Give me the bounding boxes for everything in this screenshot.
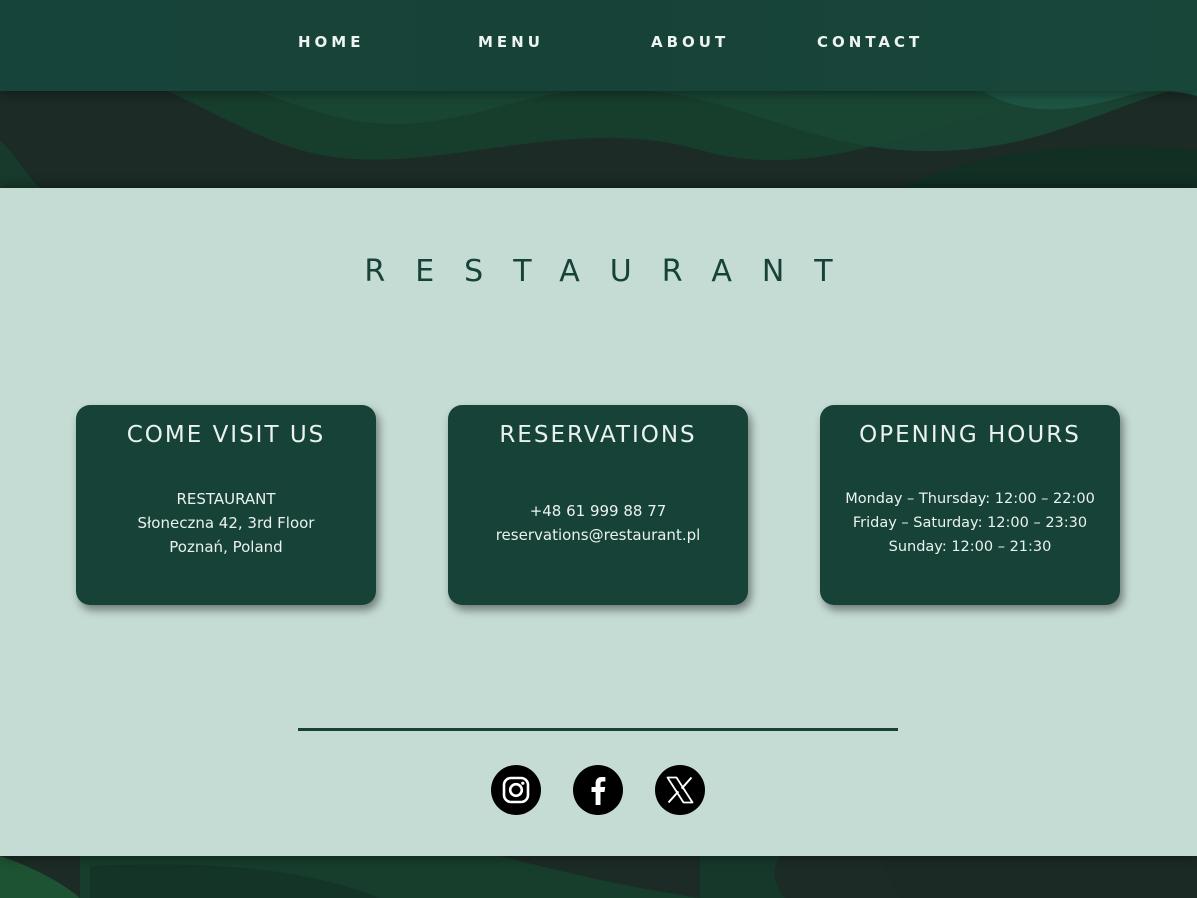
- reservations-card: RESERVATIONS +48 61 999 88 77 reservatio…: [448, 405, 748, 605]
- opening-hours-card-title: OPENING HOURS: [859, 422, 1081, 448]
- x-link[interactable]: [655, 765, 705, 815]
- nav-link-about[interactable]: ABOUT: [651, 33, 729, 51]
- address-street: Słoneczna 42, 3rd Floor: [137, 514, 315, 532]
- opening-hours-card: OPENING HOURS Monday – Thursday: 12:00 –…: [820, 405, 1120, 605]
- page-title: RESTAURANT: [364, 254, 863, 289]
- reservations-card-title: RESERVATIONS: [499, 422, 697, 448]
- facebook-link[interactable]: [573, 765, 623, 815]
- footer-background: [0, 856, 1197, 898]
- address-city: Poznań, Poland: [169, 538, 283, 556]
- hours-weekdays: Monday – Thursday: 12:00 – 22:00: [845, 491, 1095, 507]
- instagram-icon: [502, 776, 530, 804]
- instagram-link[interactable]: [491, 765, 541, 815]
- opening-hours-card-body: Monday – Thursday: 12:00 – 22:00 Friday …: [820, 487, 1120, 559]
- phone-number[interactable]: +48 61 999 88 77: [448, 499, 748, 523]
- contact-section: RESTAURANT COME VISIT US RESTAURANT Słon…: [0, 188, 1197, 856]
- facebook-icon: [591, 777, 606, 805]
- nav-link-contact[interactable]: CONTACT: [817, 33, 923, 51]
- email-address[interactable]: reservations@restaurant.pl: [448, 523, 748, 547]
- nav-link-menu[interactable]: MENU: [478, 33, 544, 51]
- wave-decoration-bottom: [0, 856, 1197, 898]
- footer-divider: [298, 728, 898, 731]
- address-name: RESTAURANT: [176, 490, 276, 508]
- top-navigation: HOME MENU ABOUT CONTACT: [0, 0, 1197, 91]
- visit-card: COME VISIT US RESTAURANT Słoneczna 42, 3…: [76, 405, 376, 605]
- x-icon: [666, 776, 694, 804]
- reservations-card-body: +48 61 999 88 77 reservations@restaurant…: [448, 499, 748, 547]
- visit-card-title: COME VISIT US: [126, 422, 326, 448]
- nav-link-home[interactable]: HOME: [298, 33, 364, 51]
- hours-fri-sat: Friday – Saturday: 12:00 – 23:30: [852, 515, 1088, 531]
- hours-sunday: Sunday: 12:00 – 21:30: [888, 539, 1052, 555]
- visit-card-body: RESTAURANT Słoneczna 42, 3rd Floor Pozna…: [76, 487, 376, 559]
